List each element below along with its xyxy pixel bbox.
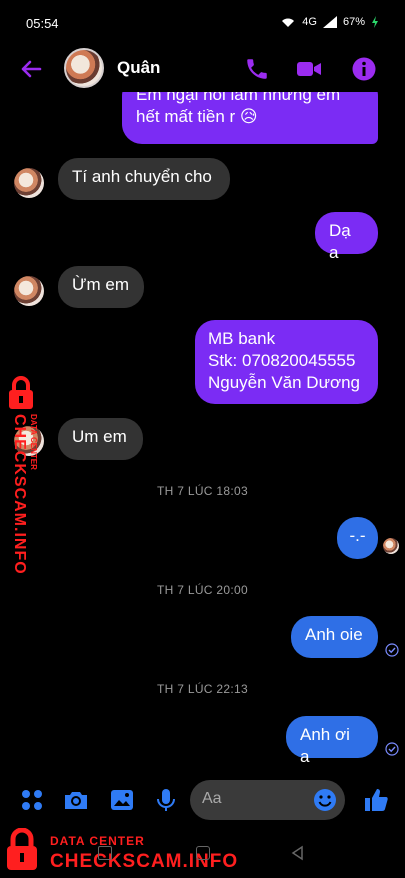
contact-avatar-small[interactable] (14, 276, 44, 306)
video-call-icon[interactable] (296, 56, 322, 82)
message-outgoing[interactable]: MB bank Stk: 070820045555 Nguyễn Văn Dươ… (195, 320, 378, 404)
message-outgoing[interactable]: Anh oie (291, 616, 378, 658)
message-text: Anh ơi a (300, 725, 350, 766)
back-arrow-icon[interactable] (18, 56, 44, 82)
back-nav-icon[interactable] (290, 845, 304, 861)
watermark-vertical: CHECKSCAM.INFO DATA CENTER (2, 376, 44, 576)
message-line: Nguyễn Văn Dương (208, 373, 361, 392)
watermark-label-vertical: DATA CENTER (29, 414, 38, 470)
contact-name[interactable]: Quân (117, 58, 160, 78)
status-time: 05:54 (26, 16, 59, 31)
timestamp: TH 7 LÚC 22:13 (157, 682, 248, 696)
contact-avatar[interactable] (64, 48, 104, 88)
message-text: Anh oie (305, 625, 363, 644)
message-text: hết mất tiền r 😥 (136, 107, 258, 126)
message-line: Stk: 070820045555 (208, 351, 356, 370)
like-thumb-icon[interactable] (362, 786, 390, 814)
microphone-icon[interactable] (152, 786, 180, 814)
message-text: Um em (72, 427, 127, 446)
message-incoming[interactable]: Tí anh chuyển cho (58, 158, 230, 200)
message-incoming[interactable]: Ừm em (58, 266, 144, 308)
menu-grid-icon[interactable] (18, 786, 46, 814)
wifi-icon (282, 18, 295, 27)
battery-charging-icon (372, 16, 378, 28)
recents-button[interactable] (98, 846, 112, 860)
status-bar: 05:54 4G 67% (0, 0, 405, 46)
timestamp: TH 7 LÚC 18:03 (157, 484, 248, 498)
message-text: Em ngại hỏi lắm nhưng em (136, 92, 341, 104)
message-list[interactable]: Em ngại hỏi lắm nhưng em hết mất tiền r … (0, 92, 405, 772)
watermark-brand-vertical: CHECKSCAM.INFO (11, 414, 28, 575)
message-incoming[interactable]: Um em (58, 418, 143, 460)
message-outgoing[interactable]: Anh ơi a (286, 716, 378, 766)
message-line: MB bank (208, 329, 276, 348)
message-text: Ừm em (72, 275, 130, 294)
composer-bar: Aa (0, 772, 405, 828)
system-nav-bar (0, 830, 405, 878)
timestamp: TH 7 LÚC 20:00 (157, 583, 248, 597)
message-outgoing[interactable]: Em ngại hỏi lắm nhưng em hết mất tiền r … (122, 92, 378, 144)
info-icon[interactable] (351, 56, 377, 82)
contact-avatar-small[interactable] (14, 168, 44, 198)
gallery-icon[interactable] (108, 786, 136, 814)
chat-header: Quân (0, 46, 405, 92)
message-text: Tí anh chuyển cho (72, 167, 212, 186)
delivered-check-icon (385, 742, 399, 756)
message-outgoing[interactable]: -.- (337, 517, 378, 559)
signal-icon (322, 16, 337, 28)
read-receipt-avatar (383, 538, 399, 554)
lock-logo-icon (9, 376, 33, 409)
status-icons: 4G 67% (280, 16, 379, 28)
network-label: 4G (302, 16, 317, 28)
message-text: Dạ a (329, 221, 351, 262)
battery-label: 67% (342, 16, 365, 28)
home-button[interactable] (196, 846, 210, 860)
phone-icon[interactable] (244, 56, 270, 82)
message-input-placeholder: Aa (202, 790, 222, 807)
camera-icon[interactable] (62, 786, 90, 814)
delivered-check-icon (385, 643, 399, 657)
message-text: -.- (349, 526, 366, 545)
emoji-icon[interactable] (311, 786, 339, 814)
message-outgoing[interactable]: Dạ a (315, 212, 378, 262)
